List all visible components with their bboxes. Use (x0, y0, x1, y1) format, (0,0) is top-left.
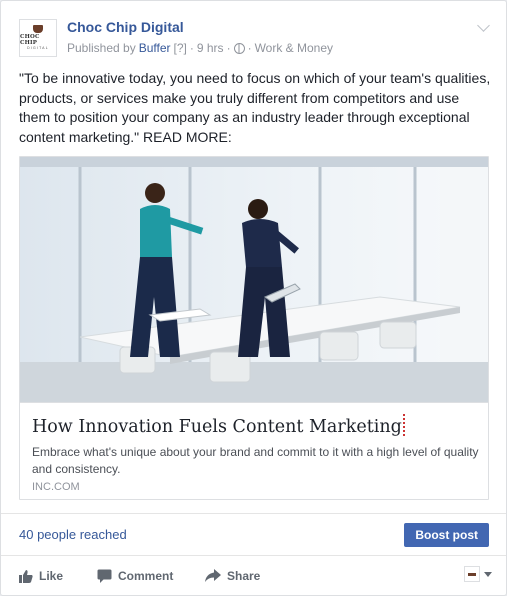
link-preview-image[interactable] (20, 157, 488, 402)
post-category[interactable]: Work & Money (255, 41, 333, 55)
post-actions-bar: Like Comment Share (1, 555, 506, 595)
share-icon (205, 568, 221, 582)
comment-button[interactable]: Comment (97, 556, 173, 595)
boost-post-button[interactable]: Boost post (404, 523, 489, 547)
published-by-label: Published by (67, 41, 136, 55)
post-timestamp[interactable]: 9 hrs (197, 41, 224, 55)
people-reached-link[interactable]: 40 people reached (19, 527, 127, 542)
text-cursor (402, 414, 407, 436)
meta-separator: · (189, 41, 194, 55)
avatar-logo-bottom: DIGITAL (27, 46, 49, 50)
page-name-link[interactable]: Choc Chip Digital (67, 19, 184, 35)
link-preview-body[interactable]: How Innovation Fuels Content Marketing E… (20, 402, 488, 499)
page-mini-avatar (464, 566, 480, 582)
avatar-logo-top: CHOC CHIP (20, 34, 40, 46)
chevron-down-icon[interactable] (477, 19, 490, 32)
post-meta: Published by Buffer [?] · 9 hrs · · Work… (67, 41, 333, 55)
share-label: Share (227, 568, 261, 583)
audience-selector[interactable] (464, 566, 492, 582)
insights-bar: 40 people reached Boost post (1, 513, 506, 555)
publisher-link[interactable]: Buffer (139, 41, 171, 55)
globe-icon[interactable] (233, 42, 245, 54)
post-card: CHOC CHIP DIGITAL Choc Chip Digital Publ… (0, 0, 507, 596)
post-header: CHOC CHIP DIGITAL Choc Chip Digital Publ… (19, 19, 492, 59)
post-text: "To be innovative today, you need to foc… (19, 70, 491, 145)
meta-separator: · (247, 41, 252, 55)
like-icon (19, 569, 33, 583)
comment-icon (97, 569, 112, 583)
link-title-text[interactable]: How Innovation Fuels Content Marketing (32, 417, 402, 437)
page-avatar[interactable]: CHOC CHIP DIGITAL (19, 19, 57, 57)
like-label: Like (39, 568, 64, 583)
share-button[interactable]: Share (205, 556, 260, 595)
link-domain: INC.COM (32, 481, 80, 493)
help-link[interactable]: [?] (174, 41, 187, 55)
link-title[interactable]: How Innovation Fuels Content Marketing (32, 414, 407, 437)
meta-separator: · (226, 41, 231, 55)
link-description: Embrace what's unique about your brand a… (32, 445, 479, 476)
caret-down-icon (484, 571, 492, 577)
coffee-cup-icon (33, 25, 43, 33)
comment-label: Comment (118, 568, 174, 583)
like-button[interactable]: Like (19, 556, 63, 595)
link-preview-card[interactable]: How Innovation Fuels Content Marketing E… (19, 156, 489, 500)
